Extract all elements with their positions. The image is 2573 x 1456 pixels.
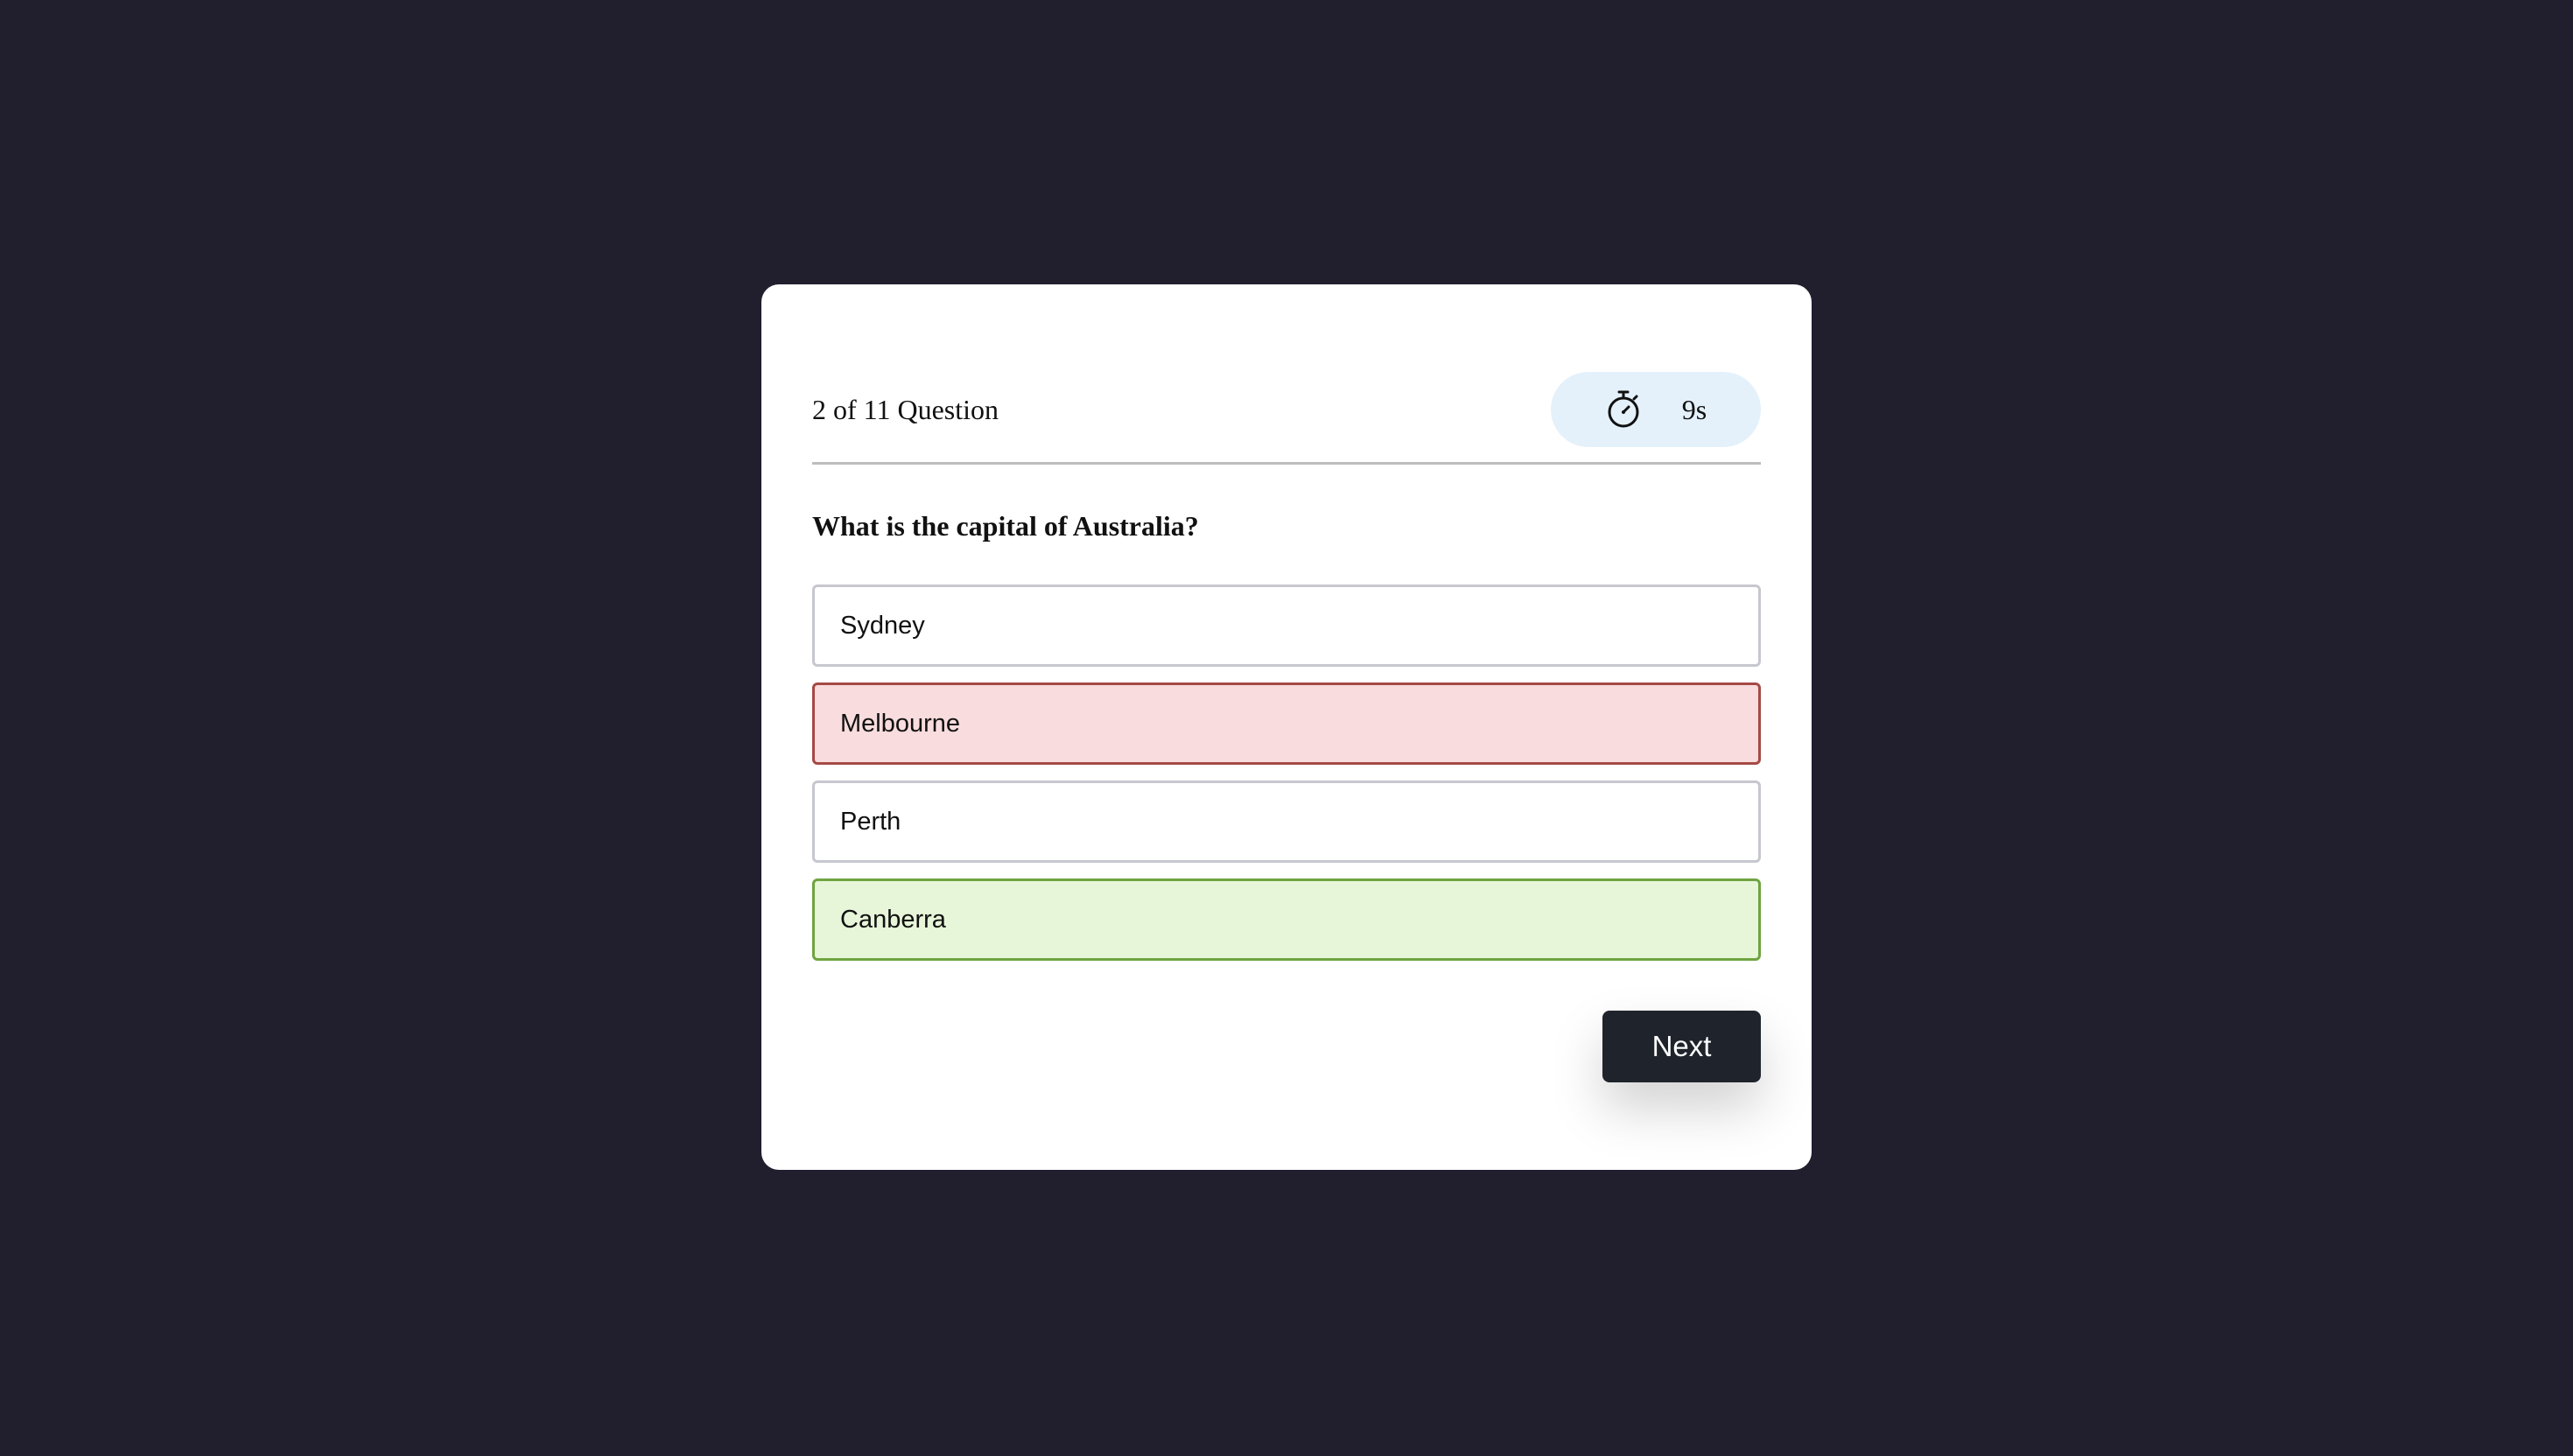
stopwatch-icon bbox=[1608, 390, 1639, 428]
question-counter: 2 of 11 Question bbox=[812, 393, 999, 425]
question-text: What is the capital of Australia? bbox=[812, 510, 1199, 542]
answer-option-canberra[interactable]: Canberra bbox=[812, 878, 1761, 961]
timer-badge: 9s bbox=[1551, 372, 1761, 447]
answer-option-sydney[interactable]: Sydney bbox=[812, 584, 1761, 667]
quiz-card: 2 of 11 Question 9s What is the capital … bbox=[761, 284, 1812, 1170]
answer-options: Sydney Melbourne Perth Canberra bbox=[812, 584, 1761, 976]
answer-option-melbourne[interactable]: Melbourne bbox=[812, 682, 1761, 765]
answer-option-perth[interactable]: Perth bbox=[812, 780, 1761, 863]
quiz-header: 2 of 11 Question 9s bbox=[812, 372, 1761, 447]
header-divider bbox=[812, 462, 1761, 465]
timer-value: 9s bbox=[1681, 393, 1707, 425]
next-button[interactable]: Next bbox=[1602, 1011, 1761, 1082]
